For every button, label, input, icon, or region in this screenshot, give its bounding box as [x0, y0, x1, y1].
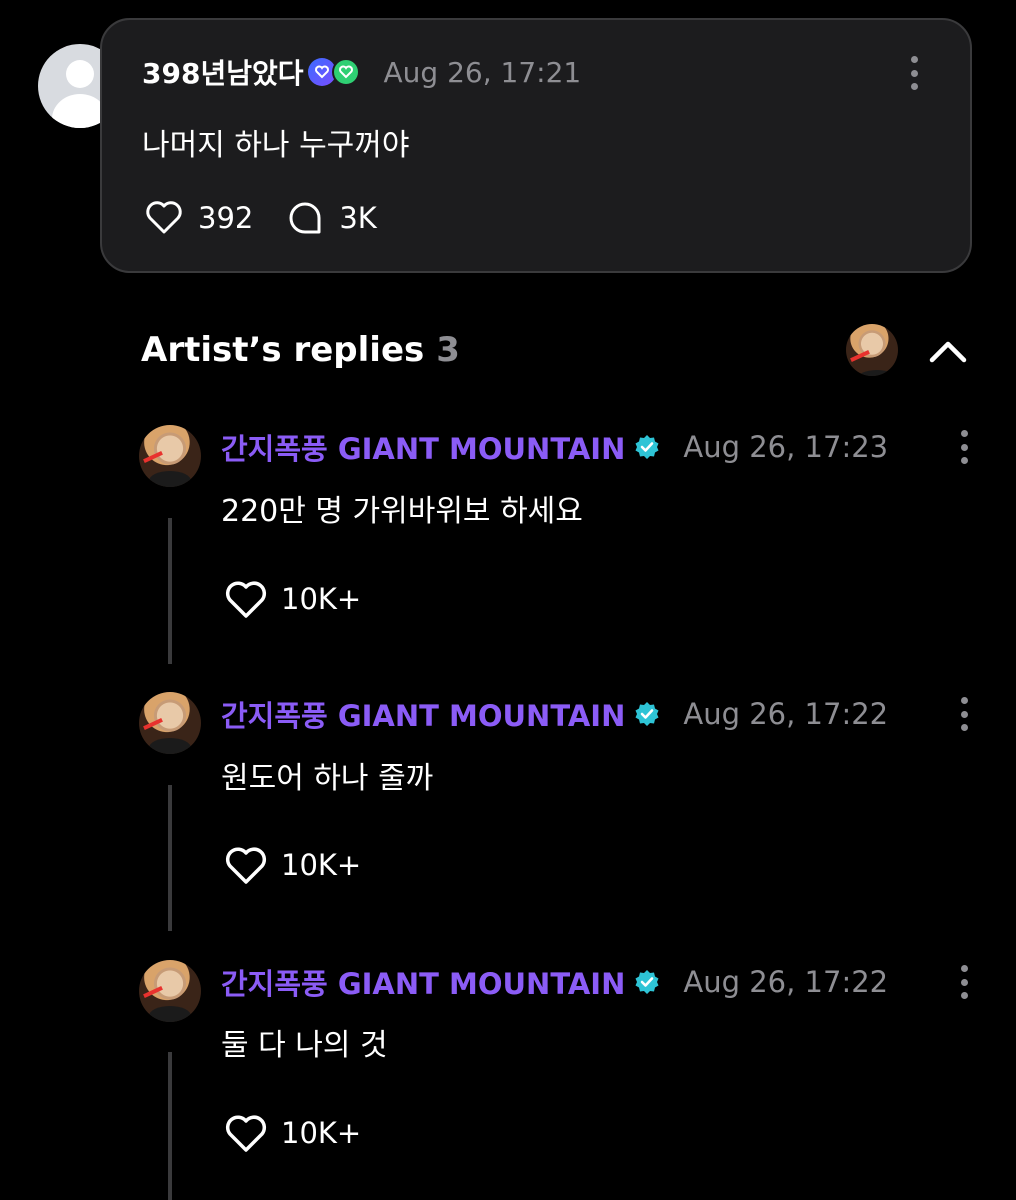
reply-header: 간지폭풍 GIANT MOUNTAIN Aug 26, 17:23 — [221, 427, 888, 467]
artist-avatar[interactable] — [139, 960, 201, 1022]
artist-name[interactable]: 간지폭풍 GIANT MOUNTAIN — [221, 426, 625, 468]
reply-text: 둘 다 나의 것 — [221, 1028, 388, 1063]
heart-icon — [225, 847, 267, 884]
like-count: 392 — [198, 201, 254, 235]
verified-icon — [635, 702, 659, 726]
reply-header: 간지폭풍 GIANT MOUNTAIN Aug 26, 17:22 — [221, 694, 888, 734]
like-button[interactable]: 10K+ — [221, 1110, 361, 1156]
like-count: 10K+ — [281, 582, 362, 616]
like-count: 10K+ — [281, 1116, 362, 1150]
artist-replies-count: 3 — [436, 330, 460, 370]
reply-header: 간지폭풍 GIANT MOUNTAIN Aug 26, 17:22 — [221, 962, 888, 1002]
thread-line — [168, 785, 172, 931]
more-icon[interactable] — [958, 697, 970, 731]
artist-name[interactable]: 간지폭풍 GIANT MOUNTAIN — [221, 961, 625, 1003]
reply-timestamp: Aug 26, 17:22 — [683, 697, 889, 731]
like-button[interactable]: 10K+ — [221, 842, 361, 888]
comment-username[interactable]: 398년남았다 — [142, 52, 304, 92]
reply-text: 원도어 하나 줄까 — [221, 761, 434, 796]
reply-text: 220만 명 가위바위보 하세요 — [221, 494, 583, 529]
artist-replies-header: Artist’s replies 3 — [141, 330, 460, 370]
user-badges — [307, 58, 360, 86]
heart-icon — [225, 581, 267, 618]
reply-timestamp: Aug 26, 17:22 — [683, 965, 889, 999]
like-button[interactable]: 10K+ — [221, 576, 361, 622]
thread-line — [168, 1052, 172, 1200]
more-icon[interactable] — [908, 56, 920, 90]
reply-timestamp: Aug 26, 17:23 — [683, 430, 889, 464]
artist-replies-title: Artist’s replies — [141, 330, 425, 370]
chevron-up-icon[interactable] — [926, 330, 970, 370]
like-count: 10K+ — [281, 848, 362, 882]
like-button[interactable]: 392 — [142, 196, 253, 240]
comment-timestamp: Aug 26, 17:21 — [383, 55, 582, 89]
comment-card: 398년남았다 Aug 26, 17:21 나머지 하나 누구꺼야 392 3K — [100, 18, 972, 273]
artist-avatar[interactable] — [139, 425, 201, 487]
comment-actions: 392 3K — [142, 196, 377, 240]
reply-button[interactable]: 3K — [283, 196, 377, 240]
heart-icon — [225, 1115, 267, 1152]
comment-text: 나머지 하나 누구꺼야 — [142, 128, 410, 163]
artist-avatar[interactable] — [139, 692, 201, 754]
more-icon[interactable] — [958, 430, 970, 464]
more-icon[interactable] — [958, 965, 970, 999]
membership-badge-icon — [331, 58, 360, 86]
verified-icon — [635, 970, 659, 994]
artist-name[interactable]: 간지폭풍 GIANT MOUNTAIN — [221, 693, 625, 735]
comment-bubble-icon — [289, 202, 321, 234]
reply-count: 3K — [339, 201, 377, 235]
verified-icon — [635, 435, 659, 459]
comment-header: 398년남았다 Aug 26, 17:21 — [142, 52, 581, 92]
heart-icon — [146, 201, 182, 234]
thread-line — [168, 518, 172, 664]
artist-avatar — [846, 324, 898, 376]
